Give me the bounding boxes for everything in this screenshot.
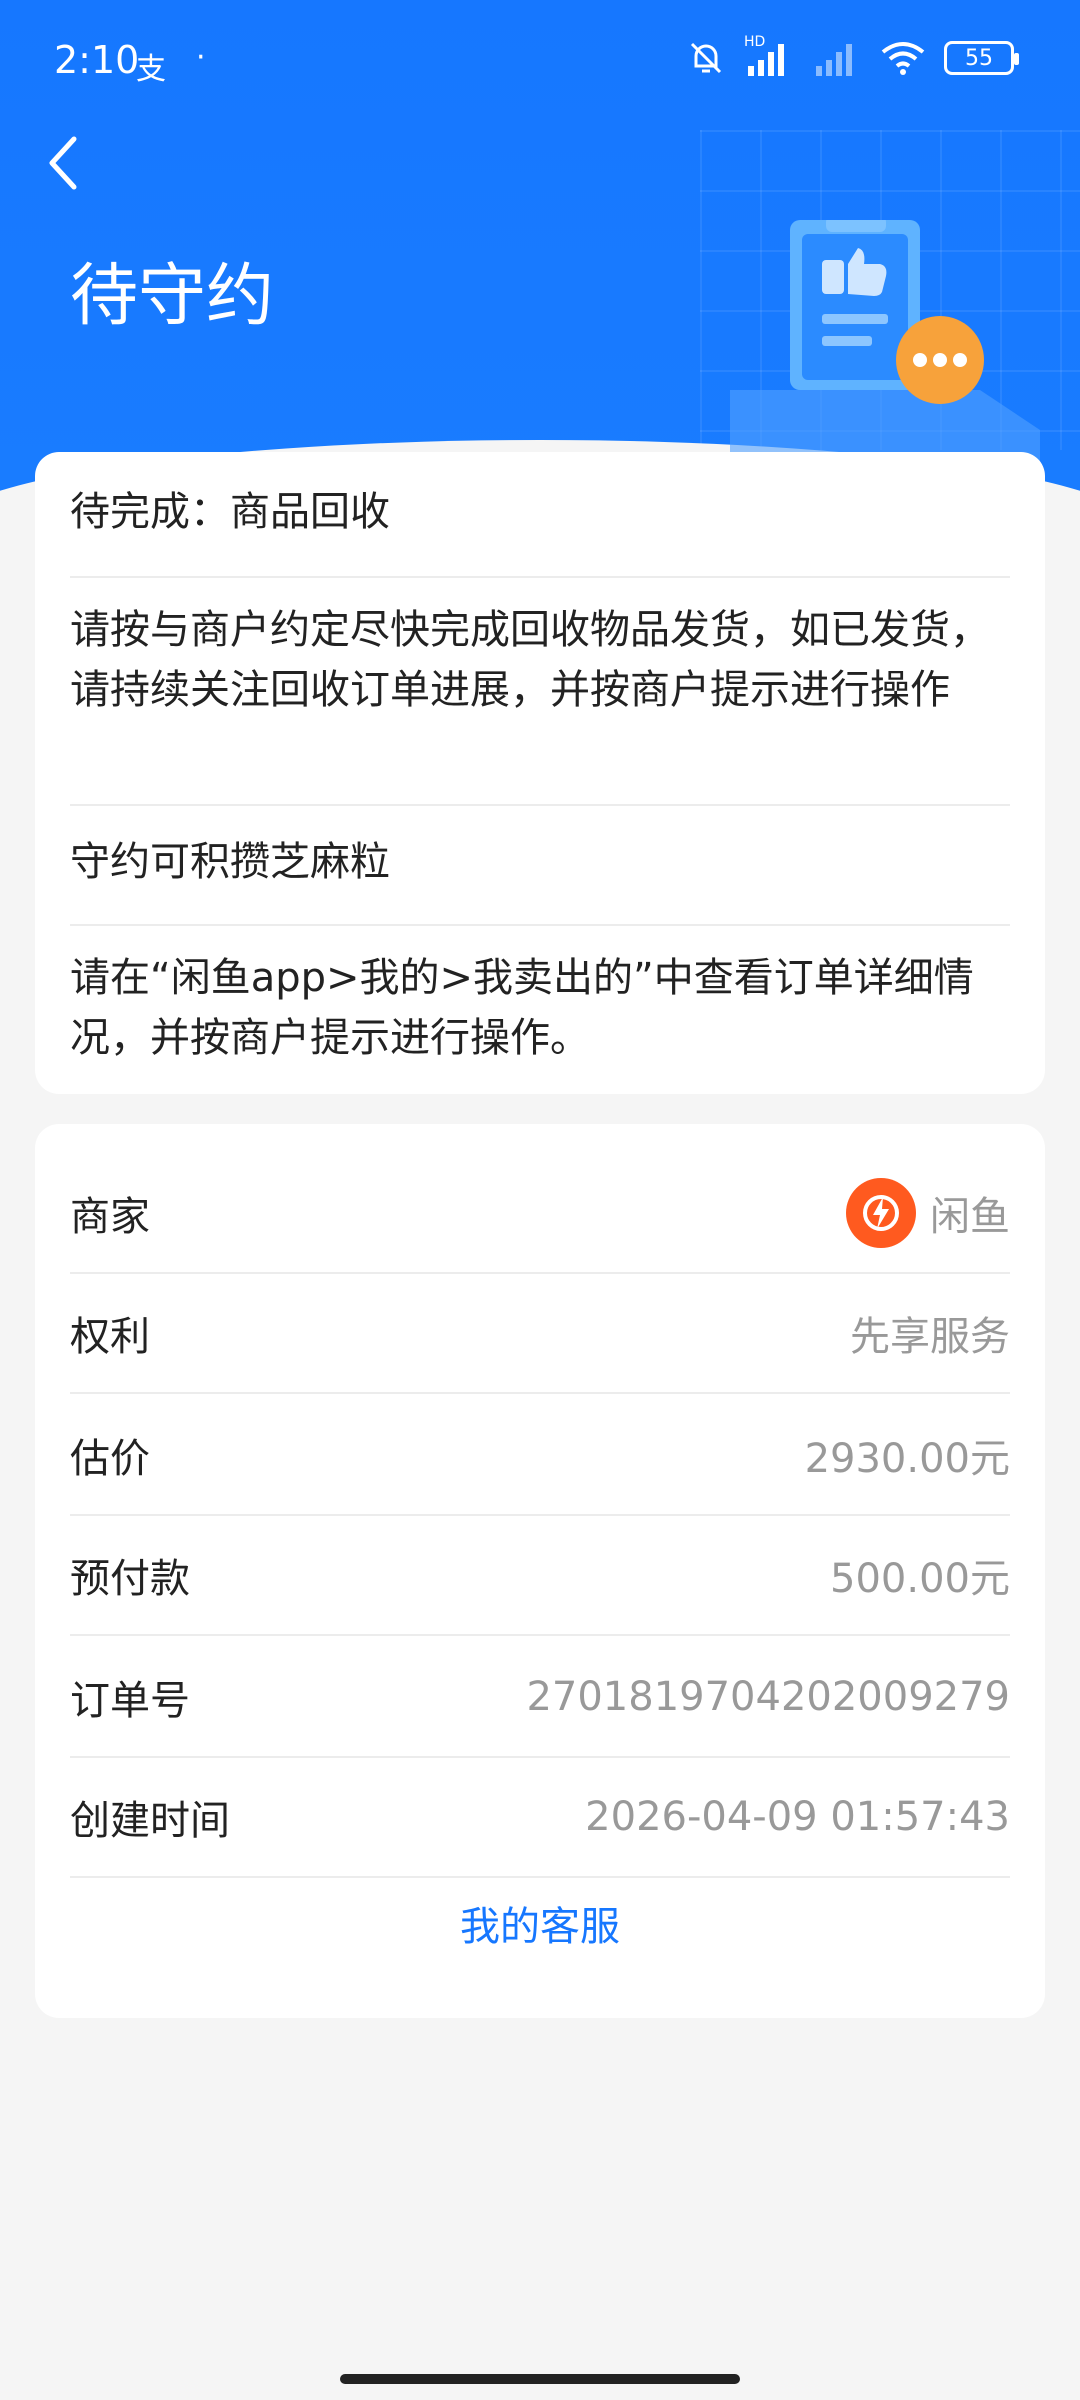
customer-service-link[interactable]: 我的客服	[35, 1894, 1045, 1952]
contract-illustration	[730, 220, 1040, 480]
divider	[70, 804, 1010, 806]
merchant-row[interactable]: 商家 闲鱼	[70, 1154, 1010, 1274]
status-dot: ·	[196, 40, 206, 75]
pending-task-text: 待完成：商品回收	[70, 489, 390, 535]
order-number-value: 2701819704202009279	[526, 1674, 1010, 1720]
mute-bell-icon	[690, 42, 722, 74]
signal-icon: HD	[744, 34, 794, 78]
created-time-label: 创建时间	[70, 1798, 230, 1844]
signal-2-icon	[816, 44, 852, 76]
guide-text: 请在“闲鱼app>我的>我卖出的”中查看订单详细情况，并按商户提示进行操作。	[70, 955, 974, 1061]
instruction-text: 请按与商户约定尽快完成回收物品发货，如已发货，请持续关注回收订单进展，并按商户提…	[70, 607, 990, 713]
rights-row: 权利 先享服务	[70, 1274, 1010, 1394]
more-dots-icon	[896, 316, 984, 404]
order-info-card: 商家 闲鱼 权利 先享服务 估价 2930.00元 预付款 500.00元 订单…	[35, 1124, 1045, 2018]
status-app-indicator: 支	[136, 52, 166, 87]
status-time: 2:10	[54, 38, 140, 82]
order-number-label: 订单号	[70, 1678, 190, 1724]
divider	[70, 924, 1010, 926]
prepayment-row: 预付款 500.00元	[70, 1516, 1010, 1636]
prepayment-label: 预付款	[70, 1556, 190, 1602]
status-right-icons: HD 55	[686, 34, 1019, 78]
battery-icon: 55	[944, 41, 1019, 75]
rights-label: 权利	[70, 1314, 150, 1360]
back-arrow-icon	[49, 136, 77, 190]
merchant-name: 闲鱼	[930, 1194, 1010, 1240]
merchant-label: 商家	[70, 1194, 150, 1240]
notice-card: 待完成：商品回收 请按与商户约定尽快完成回收物品发货，如已发货，请持续关注回收订…	[35, 452, 1045, 1094]
rights-value: 先享服务	[850, 1314, 1010, 1360]
divider	[70, 576, 1010, 578]
back-button[interactable]	[34, 128, 94, 198]
page-title: 待守约	[70, 257, 275, 336]
wifi-icon	[881, 42, 925, 75]
created-time-value: 2026-04-09 01:57:43	[585, 1794, 1010, 1840]
order-number-row: 订单号 2701819704202009279	[70, 1638, 1010, 1758]
estimate-label: 估价	[70, 1436, 150, 1482]
estimate-value: 2930.00元	[804, 1436, 1010, 1482]
estimate-row: 估价 2930.00元	[70, 1396, 1010, 1516]
prepayment-value: 500.00元	[830, 1556, 1010, 1602]
xianyu-logo-icon	[846, 1178, 916, 1248]
created-time-row: 创建时间 2026-04-09 01:57:43	[70, 1758, 1010, 1878]
reward-text: 守约可积攒芝麻粒	[70, 839, 390, 885]
status-bar: 2:10 支 · HD 55	[0, 0, 1080, 130]
home-indicator[interactable]	[340, 2374, 740, 2384]
merchant-value: 闲鱼	[846, 1178, 1010, 1248]
battery-level: 55	[965, 45, 993, 71]
